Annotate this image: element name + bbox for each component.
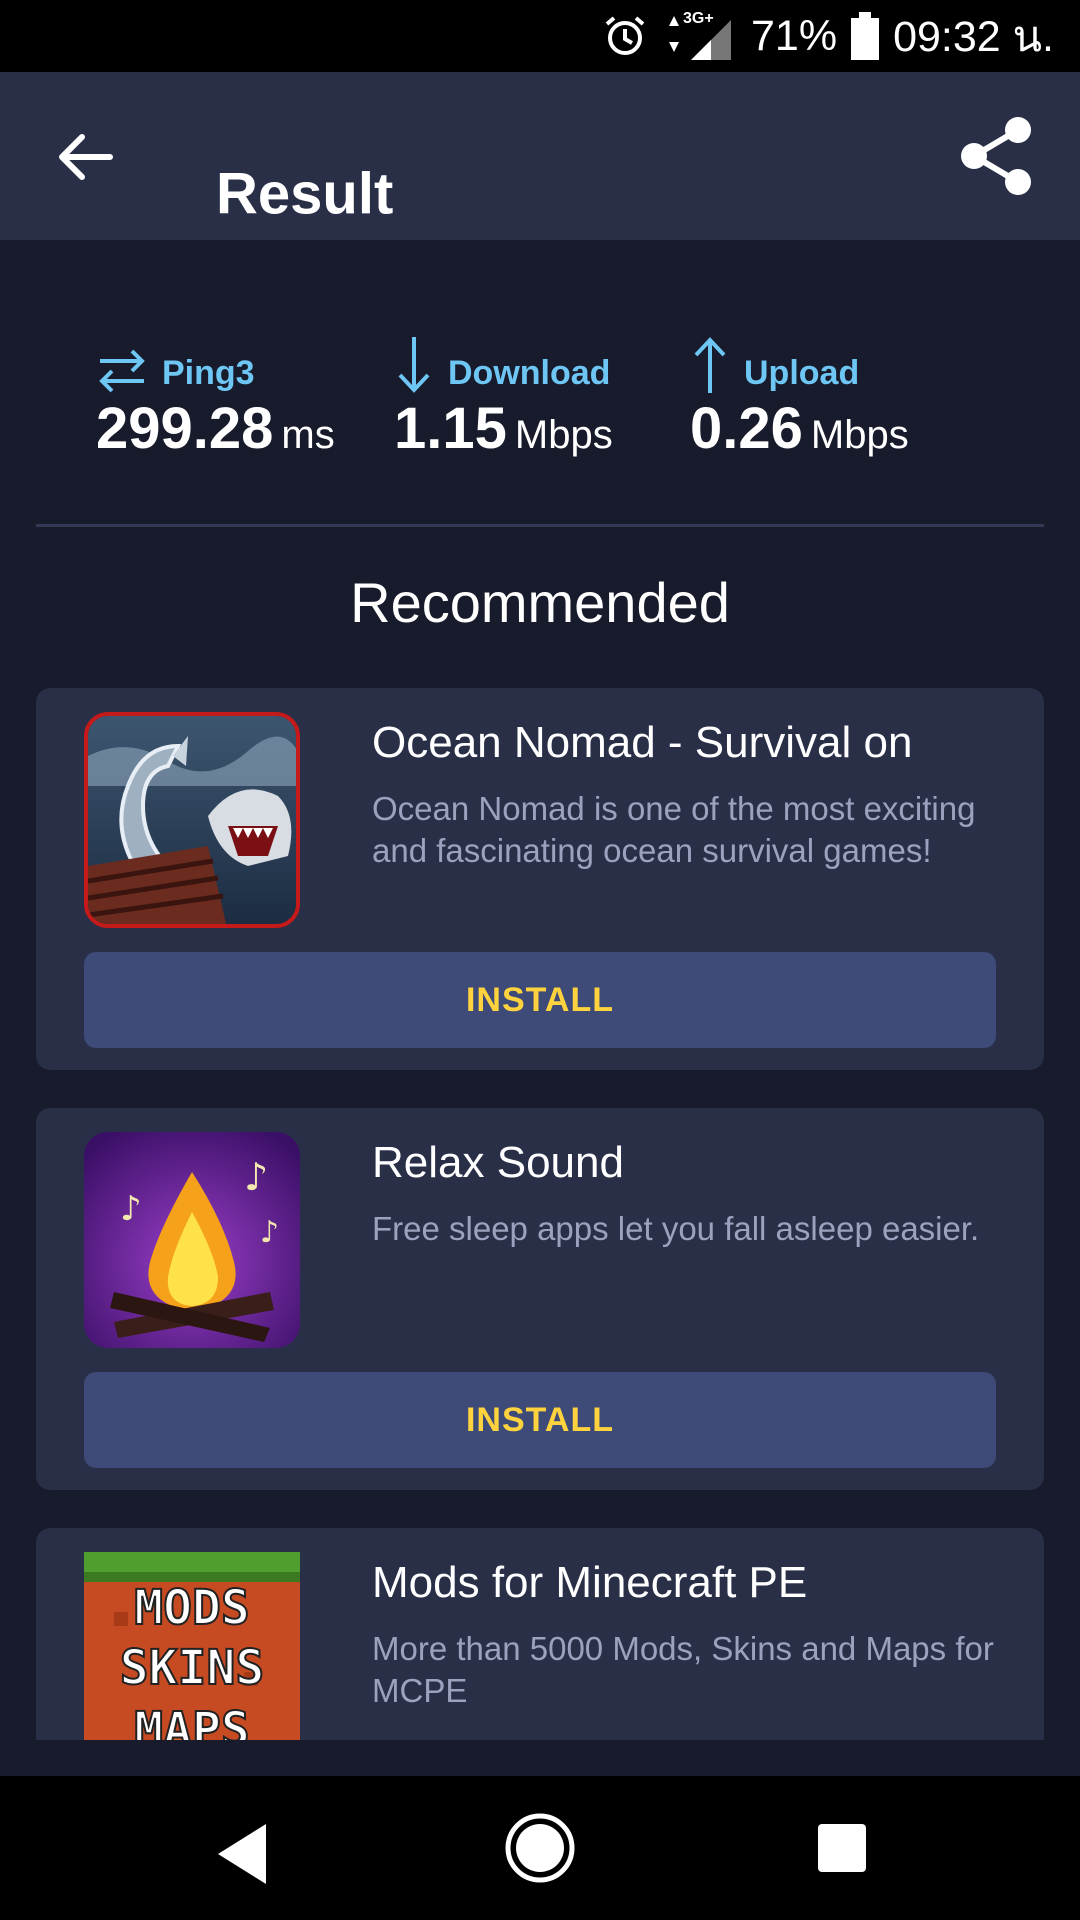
alarm-icon xyxy=(603,14,647,58)
app-name: Relax Sound xyxy=(372,1138,624,1187)
circle-home-icon xyxy=(505,1813,575,1883)
signal-icon: 3G+ xyxy=(661,8,737,64)
download-label: Download xyxy=(448,354,611,392)
ocean-nomad-app-icon xyxy=(84,712,300,928)
speed-metrics: Ping3 299.28 ms Download 1.15 Mbps Upload … xyxy=(0,240,1080,524)
navigation-bar xyxy=(0,1776,1080,1920)
arrow-down-icon xyxy=(394,335,434,395)
clock: 09:32 น. xyxy=(893,13,1054,61)
nav-home-button[interactable] xyxy=(502,1810,578,1886)
mods-minecraft-app-icon: MODS SKINS MAPS xyxy=(84,1552,300,1740)
divider xyxy=(36,524,1044,527)
app-card-mods-minecraft[interactable]: MODS SKINS MAPS Mods for Minecraft PE Mo… xyxy=(36,1528,1044,1740)
page-title: Result xyxy=(216,161,394,227)
recommended-list[interactable]: Ocean Nomad - Survival on Ocean Nomad is… xyxy=(0,680,1080,1740)
app-name: Mods for Minecraft PE xyxy=(372,1558,808,1607)
app-description: More than 5000 Mods, Skins and Maps for … xyxy=(372,1630,994,1709)
icon-text-maps: MAPS xyxy=(134,1702,250,1740)
svg-text:♪: ♪ xyxy=(120,1189,142,1229)
share-button[interactable] xyxy=(956,114,1036,198)
ping-value: 299.28 xyxy=(96,396,274,461)
download-metric: Download 1.15 Mbps xyxy=(394,335,613,462)
app-name: Ocean Nomad - Survival on xyxy=(372,718,913,767)
upload-label: Upload xyxy=(744,354,860,392)
app-card-relax-sound[interactable]: ♪ ♪ ♪ Relax Sound Free sleep apps let yo… xyxy=(36,1108,1044,1490)
ping-metric: Ping3 299.28 ms xyxy=(96,335,335,462)
relax-sound-app-icon: ♪ ♪ ♪ xyxy=(84,1132,300,1348)
swap-arrows-icon xyxy=(96,347,148,395)
share-icon xyxy=(961,117,1031,195)
app-card-ocean-nomad[interactable]: Ocean Nomad - Survival on Ocean Nomad is… xyxy=(36,688,1044,1070)
svg-text:♪: ♪ xyxy=(260,1215,279,1250)
ping-unit: ms xyxy=(281,413,335,457)
icon-text-mods: MODS xyxy=(134,1580,250,1636)
install-button[interactable]: INSTALL xyxy=(84,1372,996,1468)
icon-text-skins: SKINS xyxy=(120,1640,265,1696)
battery-icon xyxy=(851,12,880,60)
nav-back-button[interactable] xyxy=(206,1816,282,1892)
upload-unit: Mbps xyxy=(810,413,909,457)
battery-percent: 71% xyxy=(751,11,838,60)
install-button[interactable]: INSTALL xyxy=(84,952,996,1048)
triangle-back-icon xyxy=(218,1824,266,1884)
nav-recents-button[interactable] xyxy=(812,1818,872,1878)
ping-label: Ping3 xyxy=(162,354,255,392)
app-description: Free sleep apps let you fall asleep easi… xyxy=(372,1210,980,1247)
download-unit: Mbps xyxy=(514,413,613,457)
app-description: Ocean Nomad is one of the most exciting … xyxy=(372,790,976,869)
upload-value: 0.26 xyxy=(690,396,803,461)
recommended-title: Recommended xyxy=(350,571,730,634)
back-button[interactable] xyxy=(50,122,120,192)
square-recents-icon xyxy=(818,1824,866,1872)
arrow-left-icon xyxy=(59,134,113,180)
app-bar: Result xyxy=(0,72,1080,240)
arrow-up-icon xyxy=(690,335,730,395)
status-bar: 3G+ 71% 09:32 น. xyxy=(0,0,1080,72)
download-value: 1.15 xyxy=(394,396,507,461)
svg-text:♪: ♪ xyxy=(244,1155,268,1199)
upload-metric: Upload 0.26 Mbps xyxy=(690,335,909,462)
network-type: 3G+ xyxy=(683,10,714,27)
